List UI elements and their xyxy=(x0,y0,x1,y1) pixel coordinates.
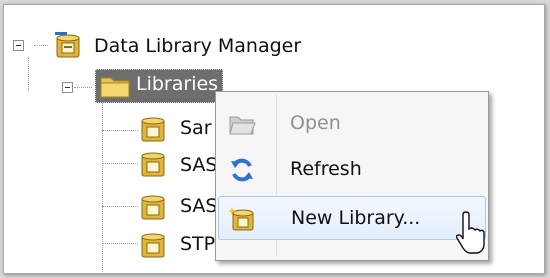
library-icon xyxy=(141,152,165,177)
tree-item-label[interactable]: SAS xyxy=(180,154,217,176)
tree-item-label[interactable]: Sar xyxy=(180,117,212,139)
libraries-label: Libraries xyxy=(136,73,219,95)
library-icon xyxy=(141,195,165,220)
library-database-icon xyxy=(55,32,80,58)
context-menu: Open Refresh New Library... xyxy=(215,91,489,261)
tree-line xyxy=(74,87,92,88)
menu-item-refresh[interactable]: Refresh xyxy=(218,148,486,192)
tree-line xyxy=(28,57,29,91)
collapse-root-toggle[interactable] xyxy=(13,40,24,51)
tree-line xyxy=(102,206,138,207)
menu-item-open[interactable]: Open xyxy=(218,102,486,146)
open-folder-icon xyxy=(229,116,256,135)
mouse-pointer-icon xyxy=(456,211,485,254)
menu-item-label: Open xyxy=(290,112,341,134)
new-library-icon xyxy=(229,207,254,231)
library-icon xyxy=(141,233,165,258)
tree-line xyxy=(102,103,103,273)
refresh-icon xyxy=(231,158,253,182)
folder-icon xyxy=(100,77,130,98)
tree-panel: Data Library Manager Libraries Sar SAS S… xyxy=(3,4,545,274)
menu-item-label: New Library... xyxy=(291,207,421,229)
libraries-node[interactable]: Libraries xyxy=(95,69,223,103)
tree-line xyxy=(102,130,138,131)
tree-line xyxy=(34,45,48,46)
library-icon xyxy=(141,117,165,142)
menu-item-new-library[interactable]: New Library... xyxy=(218,196,486,240)
collapse-libraries-toggle[interactable] xyxy=(62,82,73,93)
tree-line xyxy=(102,243,138,244)
tree-line xyxy=(102,163,138,164)
tree-item-label[interactable]: SAS xyxy=(180,195,217,217)
menu-item-label: Refresh xyxy=(290,158,362,180)
tree-root-label[interactable]: Data Library Manager xyxy=(94,35,301,57)
